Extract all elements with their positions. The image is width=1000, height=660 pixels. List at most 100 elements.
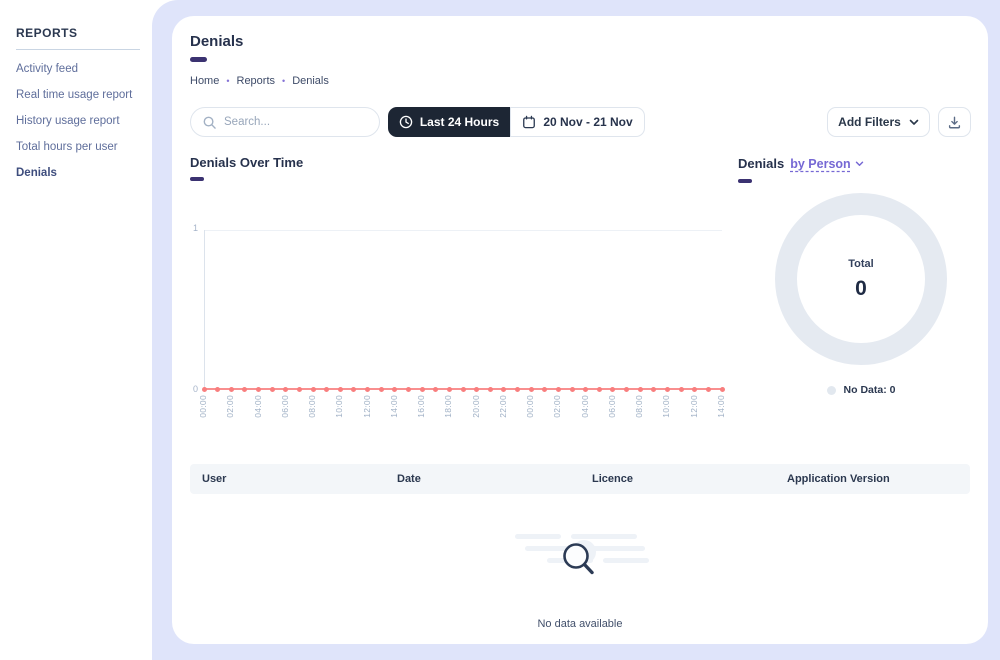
reports-sidebar: REPORTS Activity feed Real time usage rep… (0, 0, 152, 660)
data-point (460, 387, 466, 392)
search-icon (203, 116, 216, 129)
data-point (542, 387, 548, 392)
y-axis-line (204, 230, 205, 390)
x-tick-label: 10:00 (334, 395, 345, 418)
data-point (501, 387, 507, 392)
data-point (378, 387, 384, 392)
breadcrumb-separator: • (226, 76, 230, 86)
breadcrumb-item-reports[interactable]: Reports (237, 75, 276, 87)
donut-chart-header: Denials by Person (738, 156, 864, 171)
add-filters-button[interactable]: Add Filters (827, 107, 930, 137)
sidebar-item-total-hours-per-user[interactable]: Total hours per user (16, 141, 132, 154)
sidebar-item-activity-feed[interactable]: Activity feed (16, 63, 132, 76)
app-window: REPORTS Activity feed Real time usage rep… (0, 0, 1000, 660)
data-point (583, 387, 589, 392)
data-point (201, 387, 207, 392)
chevron-down-icon (855, 161, 863, 166)
x-tick-label: 12:00 (361, 395, 372, 418)
denials-over-time-plot (201, 230, 725, 392)
breadcrumb-item-denials[interactable]: Denials (292, 75, 329, 87)
data-point (256, 387, 262, 392)
calendar-icon (523, 115, 536, 129)
x-tick-label: 04:00 (252, 395, 263, 418)
title-accent-bar (190, 57, 207, 62)
chevron-down-icon (909, 119, 919, 125)
data-point (515, 387, 521, 392)
breadcrumb-item-home[interactable]: Home (190, 75, 219, 87)
add-filters-label: Add Filters (838, 115, 901, 129)
date-range-button[interactable]: 20 Nov - 21 Nov (510, 107, 645, 137)
data-point (310, 387, 316, 392)
x-axis-labels: 00:00 02:00 04:00 06:00 08:00 10:00 12:00 14:00… (198, 395, 726, 429)
data-point (719, 387, 725, 392)
data-point (365, 387, 371, 392)
x-tick-label: 06:00 (606, 395, 617, 418)
data-point (324, 387, 330, 392)
donut-chart-title: Denials (738, 156, 785, 171)
data-point (487, 387, 493, 392)
data-point (610, 387, 616, 392)
x-tick-label: 12:00 (688, 395, 699, 418)
data-point (392, 387, 398, 392)
column-header-application-version: Application Version (787, 473, 890, 485)
breadcrumb-separator: • (282, 76, 286, 86)
donut-chart-accent-bar (738, 179, 752, 183)
data-point (296, 387, 302, 392)
data-point (678, 387, 684, 392)
x-tick-label: 14:00 (716, 395, 726, 418)
data-point (446, 387, 452, 392)
gridline-y1 (204, 230, 722, 231)
magnifier-icon (563, 540, 596, 575)
column-header-date: Date (397, 473, 421, 485)
date-range-label: 20 Nov - 21 Nov (543, 115, 633, 129)
data-point (474, 387, 480, 392)
x-tick-label: 04:00 (579, 395, 590, 418)
donut-legend: No Data: 0 (775, 384, 947, 396)
data-point (637, 387, 643, 392)
denials-report-card: Denials Home • Reports • Denials Last 24 Hou… (172, 16, 988, 644)
x-tick-label: 06:00 (279, 395, 290, 418)
donut-total-value: 0 (855, 276, 867, 300)
line-chart-accent-bar (190, 177, 204, 181)
data-point (624, 387, 630, 392)
group-by-selector[interactable]: by Person (790, 157, 863, 171)
data-point (433, 387, 439, 392)
sidebar-item-history-usage-report[interactable]: History usage report (16, 115, 132, 128)
skeleton-bar (603, 558, 649, 563)
x-tick-label: 10:00 (661, 395, 672, 418)
page-title: Denials (190, 33, 244, 50)
sidebar-item-real-time-usage-report[interactable]: Real time usage report (16, 89, 132, 102)
x-tick-label: 02:00 (552, 395, 563, 418)
search-input[interactable] (224, 116, 364, 128)
table-empty-state: No data available (190, 516, 970, 630)
x-tick-label: 08:00 (307, 395, 318, 418)
y-axis-tick-1: 1 (192, 223, 198, 233)
group-by-selector-label: by Person (790, 156, 851, 171)
column-header-licence: Licence (592, 473, 633, 485)
empty-state-illustration (505, 530, 655, 592)
data-point (419, 387, 425, 392)
data-point (215, 387, 221, 392)
x-tick-label: 20:00 (470, 395, 481, 418)
x-tick-label: 02:00 (225, 395, 236, 418)
data-point (705, 387, 711, 392)
sidebar-heading: REPORTS (16, 26, 78, 40)
x-tick-label: 00:00 (198, 395, 208, 418)
last-24-hours-label: Last 24 Hours (419, 115, 500, 129)
x-tick-label: 18:00 (443, 395, 454, 418)
sidebar-nav: Activity feed Real time usage report Histo… (16, 63, 132, 180)
data-point (651, 387, 657, 392)
legend-no-data-dot (826, 385, 836, 395)
search-input-wrapper[interactable] (190, 107, 380, 137)
column-header-user: User (202, 473, 227, 485)
no-data-message: No data available (537, 618, 623, 630)
data-point (351, 387, 357, 392)
sidebar-item-denials[interactable]: Denials (16, 167, 132, 180)
export-download-button[interactable] (938, 107, 971, 137)
data-point (269, 387, 275, 392)
data-point (692, 387, 698, 392)
data-point (555, 387, 561, 392)
data-point (664, 387, 670, 392)
last-24-hours-button[interactable]: Last 24 Hours (388, 107, 510, 137)
data-point (569, 387, 575, 392)
